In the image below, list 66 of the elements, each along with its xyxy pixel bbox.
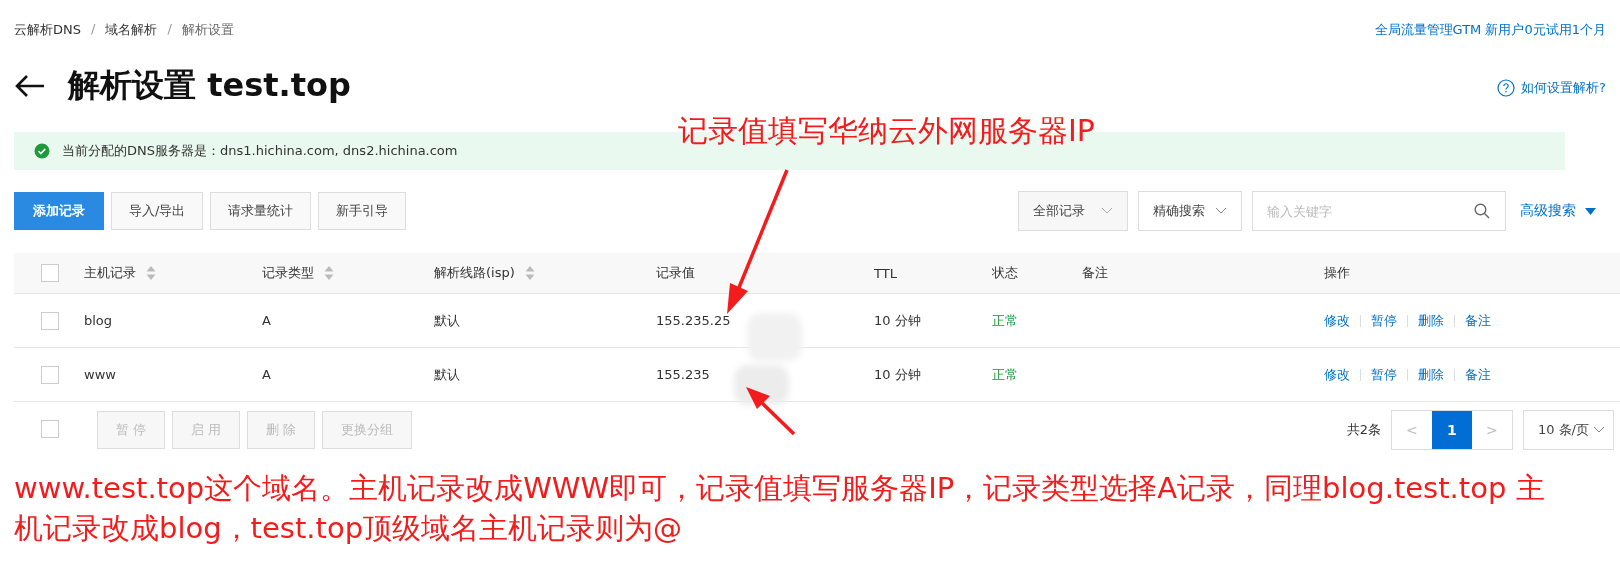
table-cell: www	[84, 367, 116, 382]
checkbox[interactable]	[41, 419, 59, 438]
checkbox[interactable]	[41, 264, 59, 282]
page-title: 解析设置 test.top	[68, 65, 351, 106]
page-size-dropdown[interactable]: 10 条/页	[1522, 410, 1614, 450]
breadcrumb-item[interactable]: 云解析DNS	[14, 21, 81, 39]
toolbar-button[interactable]: 导入/导出	[111, 192, 204, 230]
column-header[interactable]: 记录类型	[262, 264, 334, 282]
table-cell: 10 分钟	[874, 311, 921, 330]
action-link[interactable]: 暂停	[1371, 311, 1397, 330]
table-cell: 默认	[434, 311, 460, 330]
column-header: 记录值	[656, 264, 695, 282]
column-header: 备注	[1082, 264, 1108, 282]
annotation-arrow	[746, 387, 796, 436]
check-circle-icon	[34, 143, 50, 159]
column-header: 操作	[1324, 264, 1350, 282]
status-text: 正常	[992, 311, 1018, 330]
help-icon[interactable]	[1497, 79, 1516, 97]
sort-icon[interactable]	[524, 266, 535, 280]
sort-icon[interactable]	[324, 266, 334, 280]
action-link[interactable]: 删除	[1418, 311, 1444, 330]
search-field[interactable]: 输入关键字	[1252, 191, 1506, 231]
sort-icon[interactable]	[146, 266, 156, 280]
annotation-text: www.test.top这个域名。主机记录改成WWW即可，记录值填写服务器IP，记录类型选择A记录，同理blog.test.top 主机记录改成blog，test.top顶级域名主机记录则为@	[14, 470, 1546, 547]
help-link[interactable]: 如何设置解析?	[1521, 79, 1606, 97]
caret-down-icon	[1585, 207, 1596, 215]
breadcrumb-separator: /	[91, 21, 96, 38]
notice-text: 当前分配的DNS服务器是：dns1.hichina.com, dns2.hichina.com	[62, 142, 458, 160]
action-link[interactable]: 备注	[1465, 311, 1491, 330]
annotation-text: 记录值填写华纳云外网服务器IP	[678, 112, 1095, 150]
advanced-search-link[interactable]: 高级搜索	[1520, 202, 1596, 220]
table-cell: 155.235	[656, 367, 710, 382]
table-cell: blog	[84, 313, 113, 328]
table-cell: 默认	[434, 365, 460, 384]
action-link[interactable]: 修改	[1324, 365, 1350, 384]
column-header: TTL	[874, 265, 897, 281]
breadcrumb-item: 解析设置	[181, 21, 234, 39]
status-text: 正常	[992, 365, 1018, 384]
action-link[interactable]: 删除	[1418, 365, 1444, 384]
chevron-down-icon	[1101, 207, 1113, 215]
breadcrumb-separator: /	[167, 21, 172, 38]
action-link[interactable]: 备注	[1465, 365, 1491, 384]
back-arrow-icon[interactable]	[14, 74, 46, 98]
toolbar-button[interactable]: 请求量统计	[210, 192, 312, 230]
column-header[interactable]: 解析线路(isp)	[434, 264, 535, 282]
promo-link[interactable]: 全局流量管理GTM 新用户0元试用1个月	[1374, 21, 1606, 39]
total-count: 共2条	[1346, 421, 1381, 439]
table-cell: 10 分钟	[874, 365, 921, 384]
table-cell: A	[262, 313, 271, 328]
chevron-down-icon	[1215, 207, 1227, 215]
search-mode-dropdown[interactable]: 精确搜索	[1138, 191, 1242, 231]
chevron-down-icon	[1593, 426, 1605, 434]
search-icon[interactable]	[1474, 203, 1490, 219]
table-cell: A	[262, 367, 271, 382]
checkbox[interactable]	[41, 311, 59, 330]
breadcrumb-item[interactable]: 域名解析	[105, 21, 158, 39]
action-link[interactable]: 暂停	[1371, 365, 1397, 384]
toolbar-button[interactable]: 新手引导	[318, 192, 407, 230]
action-link[interactable]: 修改	[1324, 311, 1350, 330]
add-record-button[interactable]: 添加记录	[14, 192, 104, 230]
column-header[interactable]: 主机记录	[84, 264, 156, 282]
table-cell: 155.235.25	[656, 313, 731, 328]
column-header: 状态	[992, 264, 1018, 282]
record-filter-dropdown[interactable]: 全部记录	[1018, 191, 1128, 231]
checkbox[interactable]	[41, 365, 59, 384]
page-button[interactable]: 1	[1431, 411, 1472, 449]
